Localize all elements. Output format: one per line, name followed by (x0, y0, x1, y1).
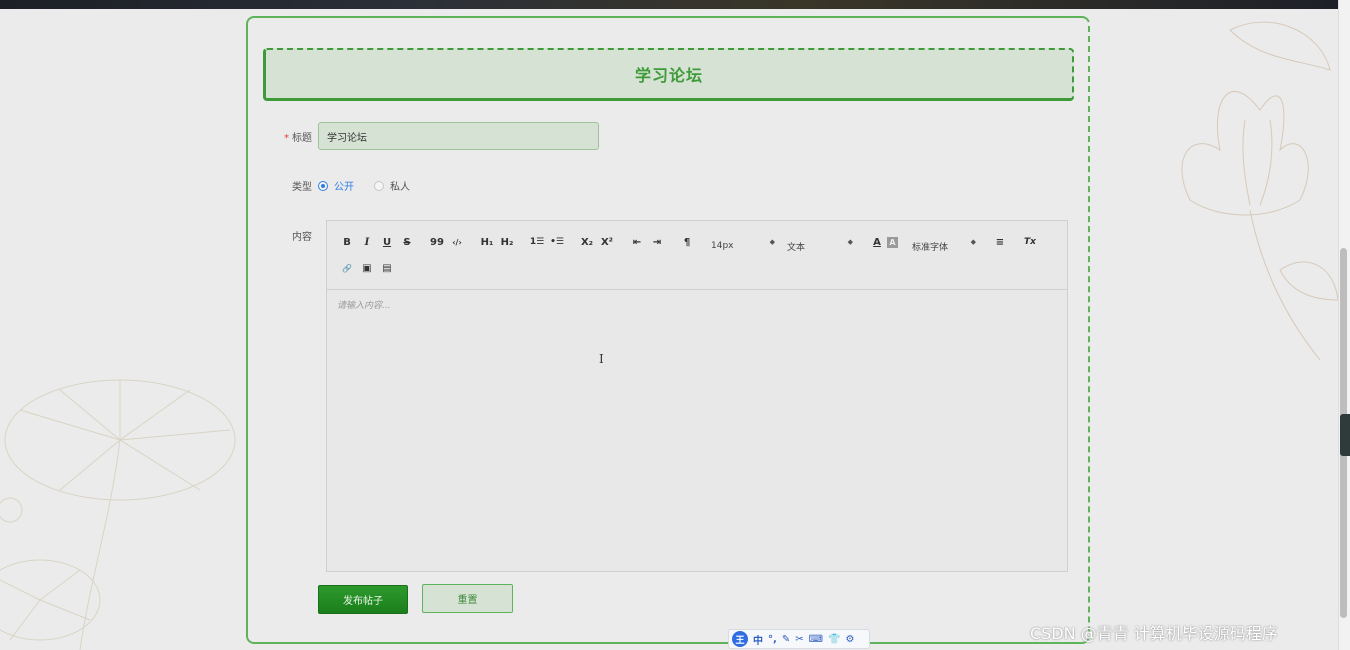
title-input[interactable] (318, 122, 599, 150)
radio-unchecked-icon (374, 180, 384, 191)
link-icon[interactable]: 🔗 (337, 258, 357, 278)
image-icon[interactable]: ▣ (357, 258, 377, 278)
background-color-icon[interactable]: A (887, 236, 898, 248)
required-mark: * (284, 132, 289, 144)
input-method-toolbar: 王 中 °, ✎ ✂ ⌨ 👕 ⚙ (728, 629, 870, 649)
ime-handwrite-icon[interactable]: ✎ (782, 634, 790, 645)
subscript-button[interactable]: X₂ (577, 232, 597, 252)
side-drawer-handle[interactable] (1340, 414, 1350, 456)
editor-toolbar: B I U S 99 ‹/› H₁ H₂ 1☰ •☰ X₂ X² ⇤ ⇥ ¶ 1… (327, 221, 1067, 290)
ordered-list-icon[interactable]: 1☰ (527, 232, 547, 252)
bullet-list-icon[interactable]: •☰ (547, 232, 567, 252)
font-size-select[interactable]: 14px ◆ (707, 236, 779, 256)
superscript-button[interactable]: X² (597, 232, 617, 252)
lotus-leaf-decoration (0, 379, 236, 650)
select-arrows-icon: ◆ (769, 238, 775, 246)
type-row: 类型 公开 私人 (248, 178, 430, 193)
title-label: * 标题 (284, 132, 312, 144)
content-label-row: 内容 (248, 228, 318, 243)
content-editor-area[interactable]: 请输入内容... I (327, 290, 1067, 572)
radio-checked-icon (318, 180, 328, 191)
ime-keyboard-icon[interactable]: ⌨ (809, 634, 823, 645)
video-icon[interactable]: ▤ (377, 258, 397, 278)
font-color-icon[interactable]: A (867, 232, 887, 252)
ime-punctuation-icon[interactable]: °, (768, 634, 777, 645)
header-banner-strip (0, 0, 1338, 9)
blockquote-icon[interactable]: 99 (427, 232, 447, 252)
ime-chinese-mode[interactable]: 中 (753, 632, 763, 647)
text-cursor-icon: I (599, 352, 604, 366)
strike-button[interactable]: S (397, 232, 417, 252)
rich-text-editor: B I U S 99 ‹/› H₁ H₂ 1☰ •☰ X₂ X² ⇤ ⇥ ¶ 1… (326, 220, 1068, 572)
ime-skin-icon[interactable]: 👕 (828, 634, 840, 645)
title-row: * 标题 (248, 122, 599, 150)
publish-post-button[interactable]: 发布帖子 (318, 585, 408, 614)
underline-button[interactable]: U (377, 232, 397, 252)
clear-format-icon[interactable]: Tx (1020, 232, 1040, 252)
content-placeholder: 请输入内容... (337, 301, 391, 311)
header-2-button[interactable]: H₂ (497, 232, 517, 252)
text-direction-icon[interactable]: ¶ (677, 232, 697, 252)
outdent-icon[interactable]: ⇤ (627, 232, 647, 252)
csdn-watermark: CSDN @青青 计算机毕设源码程序 (1030, 624, 1278, 643)
form-heading-bar: 学习论坛 (263, 48, 1074, 101)
select-arrows-icon: ◆ (970, 238, 976, 246)
italic-button[interactable]: I (357, 232, 377, 252)
type-radio-private[interactable]: 私人 (374, 178, 410, 193)
ime-scissors-icon[interactable]: ✂ (795, 634, 803, 645)
bold-button[interactable]: B (337, 232, 357, 252)
align-icon[interactable]: ≡ (990, 232, 1010, 252)
header-select[interactable]: 文本 ◆ (783, 236, 857, 256)
ime-settings-icon[interactable]: ⚙ (845, 634, 854, 645)
lotus-flower-decoration (1181, 21, 1338, 361)
reset-button[interactable]: 重置 (422, 584, 513, 613)
code-block-icon[interactable]: ‹/› (447, 232, 467, 252)
type-label: 类型 (292, 182, 312, 193)
content-label: 内容 (292, 232, 312, 243)
page-title: 学习论坛 (634, 66, 703, 85)
font-family-select[interactable]: 标准字体 ◆ (908, 236, 980, 256)
post-form-card: 学习论坛 *标题 类型 公开 私人 内容 B I U S 99 ‹/› (246, 16, 1090, 644)
header-1-button[interactable]: H₁ (477, 232, 497, 252)
select-arrows-icon: ◆ (847, 238, 853, 246)
type-radio-public[interactable]: 公开 (318, 178, 354, 193)
ime-logo-icon[interactable]: 王 (732, 631, 748, 647)
indent-icon[interactable]: ⇥ (647, 232, 667, 252)
